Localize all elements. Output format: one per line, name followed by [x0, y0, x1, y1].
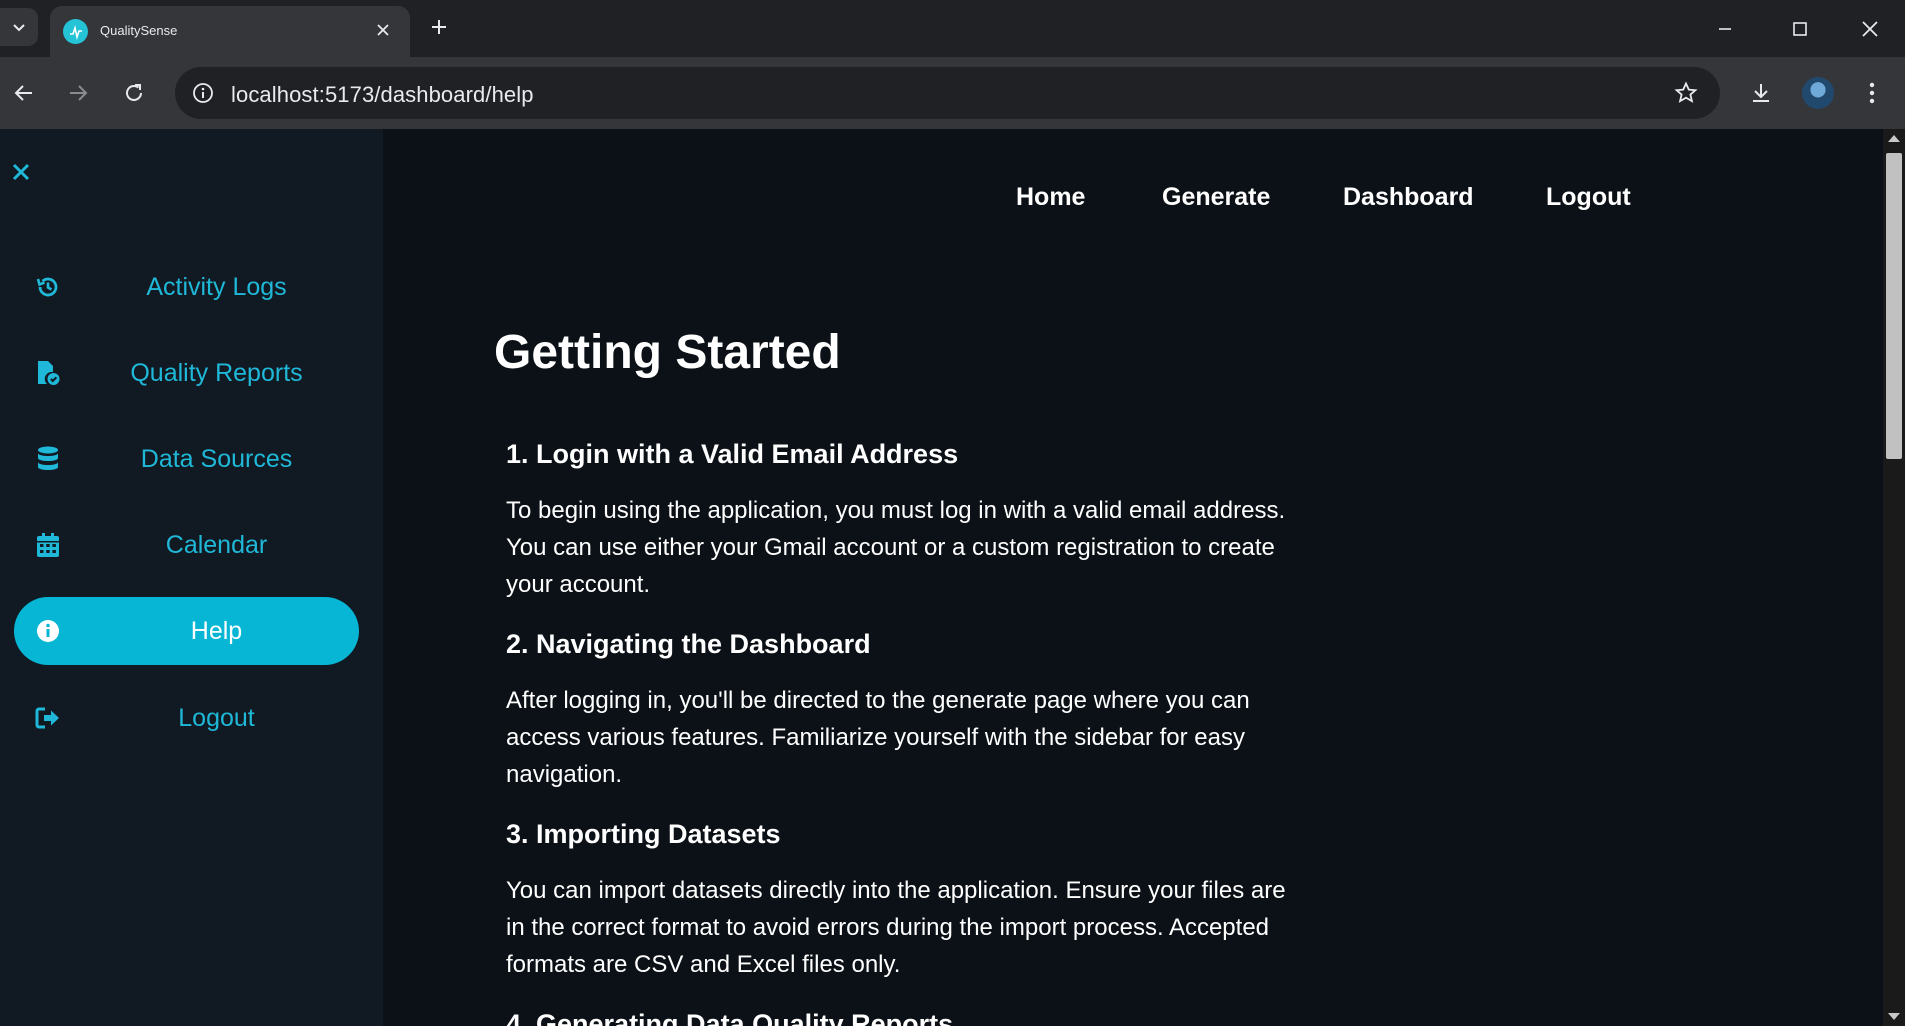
help-section-importing: 3. Importing Datasets You can import dat…	[506, 819, 1306, 983]
browser-tab-strip: QualitySense	[0, 0, 1905, 57]
sidebar-item-label: Activity Logs	[146, 272, 287, 301]
sidebar-item-label: Logout	[178, 703, 255, 732]
plus-icon	[432, 20, 446, 34]
sidebar-item-label: Data Sources	[140, 444, 293, 473]
profile-avatar[interactable]	[1802, 77, 1834, 109]
history-icon	[34, 273, 62, 301]
reload-icon	[126, 84, 142, 101]
section-body: You can import datasets directly into th…	[506, 877, 1286, 978]
help-section-login: 1. Login with a Valid Email Address To b…	[506, 439, 1306, 603]
sidebar-item-quality-reports[interactable]: Quality Reports	[14, 339, 359, 407]
browser-toolbar: localhost:5173/dashboard/help	[0, 57, 1905, 129]
scroll-down-arrow-icon[interactable]	[1888, 1013, 1900, 1020]
browser-tab[interactable]: QualitySense	[50, 6, 410, 57]
page-title: Getting Started	[494, 326, 841, 379]
downloads-icon[interactable]	[1743, 75, 1779, 111]
back-button[interactable]	[2, 71, 46, 115]
page-scrollbar[interactable]	[1883, 129, 1905, 1026]
address-bar[interactable]: localhost:5173/dashboard/help	[175, 67, 1720, 119]
sidebar-close-button[interactable]	[8, 159, 34, 185]
window-close-button[interactable]	[1835, 0, 1905, 57]
app-favicon-icon	[63, 19, 88, 44]
tab-close-button[interactable]	[372, 19, 394, 41]
sidebar-item-label: Quality Reports	[130, 358, 303, 387]
arrow-right-icon	[70, 85, 88, 101]
section-heading: 3. Importing Datasets	[506, 819, 781, 849]
main-content: Home Generate Dashboard Logout Getting S…	[383, 129, 1883, 1026]
section-body: To begin using the application, you must…	[506, 497, 1286, 598]
chevron-down-icon	[13, 24, 25, 32]
section-heading: 1. Login with a Valid Email Address	[506, 439, 959, 469]
sidebar-item-calendar[interactable]: Calendar	[14, 511, 359, 579]
new-tab-button[interactable]	[422, 10, 456, 44]
file-check-icon	[34, 359, 62, 387]
nav-dashboard-link[interactable]: Dashboard	[1343, 183, 1474, 212]
scrollbar-thumb[interactable]	[1886, 153, 1902, 459]
tab-search-button[interactable]	[0, 8, 38, 46]
more-menu-icon[interactable]	[1854, 75, 1890, 111]
bookmark-star-icon[interactable]	[1672, 79, 1700, 107]
sidebar-item-help[interactable]: Help	[14, 597, 359, 665]
section-heading: 2. Navigating the Dashboard	[506, 629, 871, 659]
maximize-icon	[1793, 21, 1807, 36]
close-icon	[12, 163, 30, 181]
maximize-button[interactable]	[1765, 0, 1835, 57]
section-heading: 4. Generating Data Quality Reports	[506, 1009, 954, 1026]
forward-button[interactable]	[56, 71, 100, 115]
close-icon	[377, 24, 389, 36]
nav-generate-link[interactable]: Generate	[1162, 183, 1270, 212]
sidebar-item-logout[interactable]: Logout	[14, 684, 359, 752]
sidebar: Activity Logs Quality Reports Data Sourc…	[0, 129, 383, 1026]
nav-logout-link[interactable]: Logout	[1546, 183, 1631, 212]
sidebar-item-activity-logs[interactable]: Activity Logs	[14, 253, 359, 321]
site-info-icon[interactable]	[187, 77, 219, 109]
arrow-left-icon	[14, 85, 32, 101]
nav-home-link[interactable]: Home	[1016, 183, 1085, 212]
help-section-reports: 4. Generating Data Quality Reports	[506, 1009, 1306, 1026]
sidebar-item-label: Calendar	[165, 530, 268, 559]
help-section-navigating: 2. Navigating the Dashboard After loggin…	[506, 629, 1306, 793]
minimize-icon	[1719, 27, 1731, 30]
database-icon	[34, 445, 62, 473]
minimize-button[interactable]	[1690, 0, 1760, 57]
url-text[interactable]: localhost:5173/dashboard/help	[231, 82, 534, 108]
info-circle-icon	[34, 617, 62, 645]
tab-title: QualitySense	[100, 23, 178, 38]
sidebar-item-label: Help	[190, 616, 243, 645]
calendar-icon	[34, 531, 62, 559]
sidebar-item-data-sources[interactable]: Data Sources	[14, 425, 359, 493]
scroll-up-arrow-icon[interactable]	[1888, 135, 1900, 142]
close-icon	[1862, 20, 1878, 37]
reload-button[interactable]	[112, 71, 156, 115]
sign-out-icon	[34, 704, 62, 732]
section-body: After logging in, you'll be directed to …	[506, 687, 1250, 788]
